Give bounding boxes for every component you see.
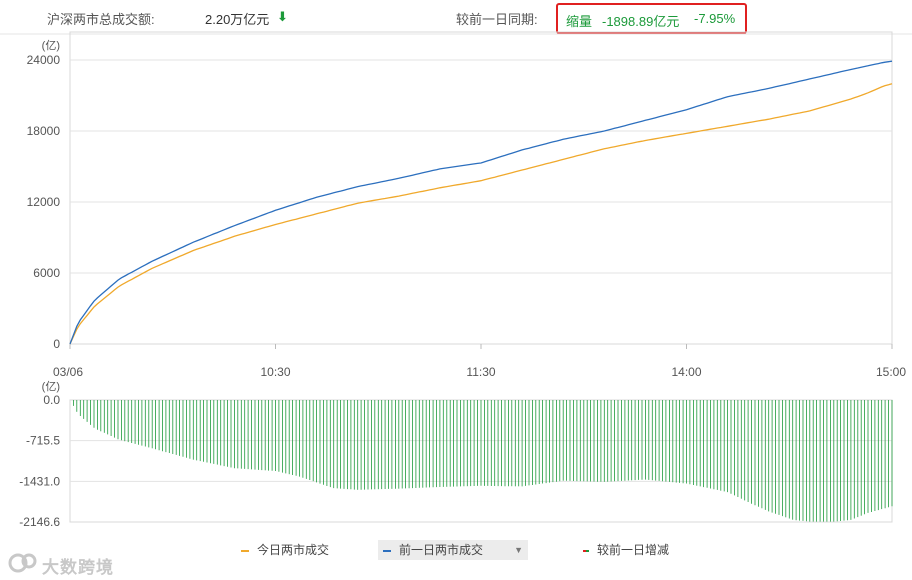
legend: 今日两市成交 前一日两市成交 ▼ 较前一日增减 [0,538,912,562]
line-y-tick-label: 12000 [27,195,61,209]
watermark-logo-icon [8,553,37,573]
x-tick-label: 15:00 [876,365,906,379]
bar-y-tick-label: 0.0 [43,393,60,407]
line-y-tick-label: 24000 [27,53,61,67]
bar-y-tick-label: -1431.0 [19,474,60,488]
legend-prev-label: 前一日两市成交 [399,543,484,557]
legend-diff[interactable]: 较前一日增减 [583,540,669,560]
legend-today[interactable]: 今日两市成交 [241,540,329,560]
bar-y-tick-label: -715.5 [26,434,60,448]
line-plot-frame [69,31,893,345]
legend-diff-label: 较前一日增减 [597,543,670,557]
x-tick-label: 10:30 [260,365,290,379]
legend-today-label: 今日两市成交 [257,543,330,557]
x-tick-label: 03/06 [53,365,83,379]
x-tick-label: 11:30 [466,365,495,379]
watermark-text: 大数跨境 [42,558,114,577]
line-y-tick-label: 18000 [27,124,61,138]
line-series-prev [69,60,893,345]
bar-y-unit: (亿) [42,380,60,393]
turnover-chart: (亿)2400018000120006000003/06 10:30 11:30 14… [0,31,912,529]
chevron-down-icon[interactable]: ▼ [514,540,523,560]
x-tick-label: 14:00 [671,365,701,379]
legend-diff-swatch-green [586,549,589,552]
legend-prev-dropdown[interactable]: 前一日两市成交 ▼ [378,540,528,560]
line-y-tick-label: 0 [53,337,60,351]
legend-today-swatch [241,549,249,552]
line-y-tick-label: 6000 [33,266,60,280]
line-y-unit: (亿) [42,39,60,52]
line-series-today [69,83,893,345]
legend-prev-swatch [383,549,391,552]
bar-y-tick-label: -2146.6 [19,515,60,529]
